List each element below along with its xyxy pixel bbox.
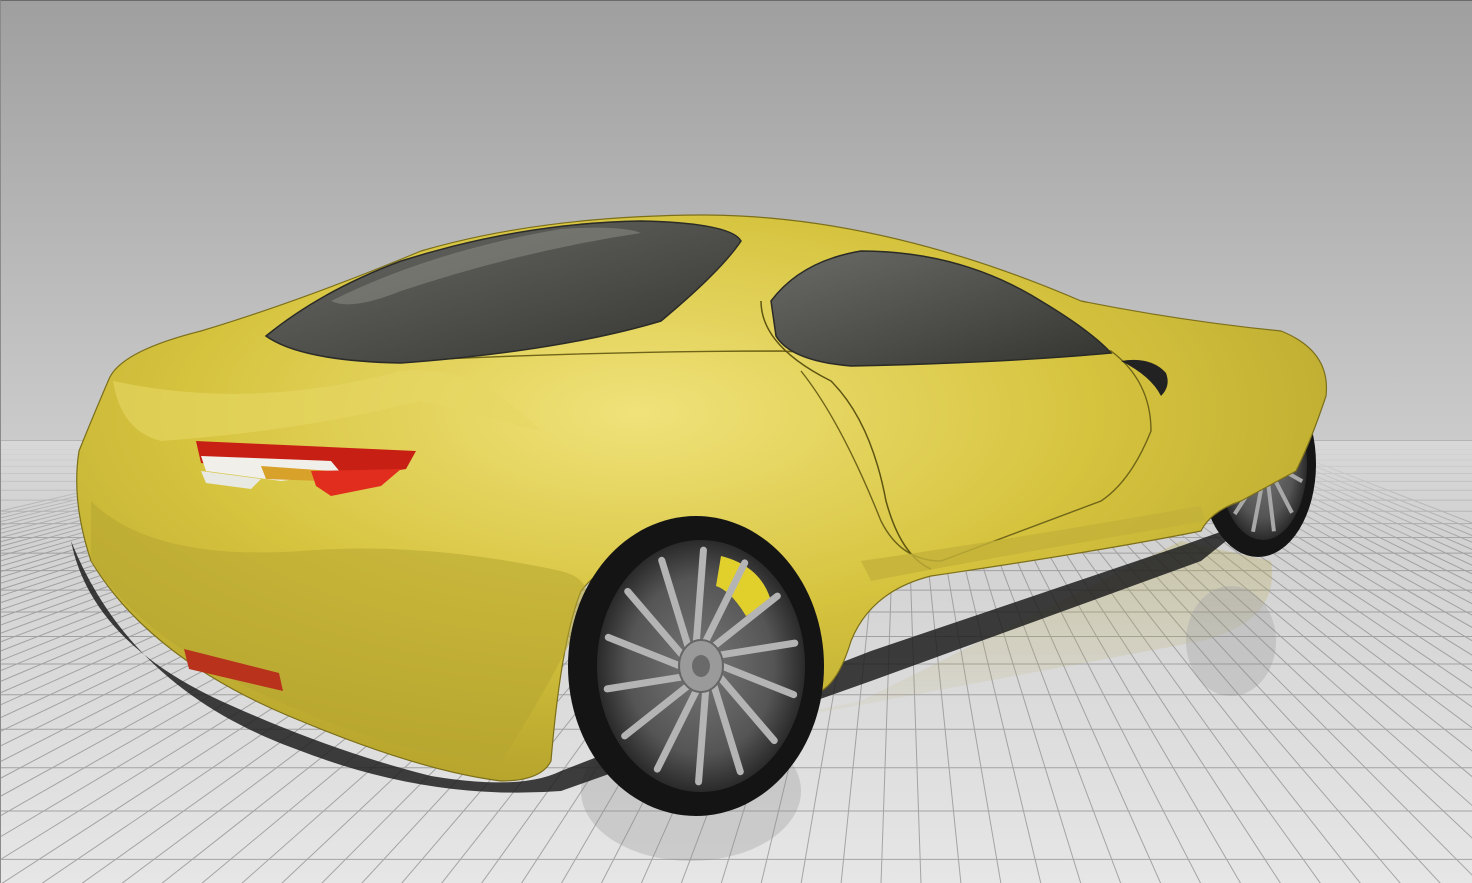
viewport-scene[interactable] bbox=[1, 1, 1472, 883]
rear-wheel bbox=[568, 516, 824, 816]
3d-viewport[interactable] bbox=[0, 0, 1472, 883]
